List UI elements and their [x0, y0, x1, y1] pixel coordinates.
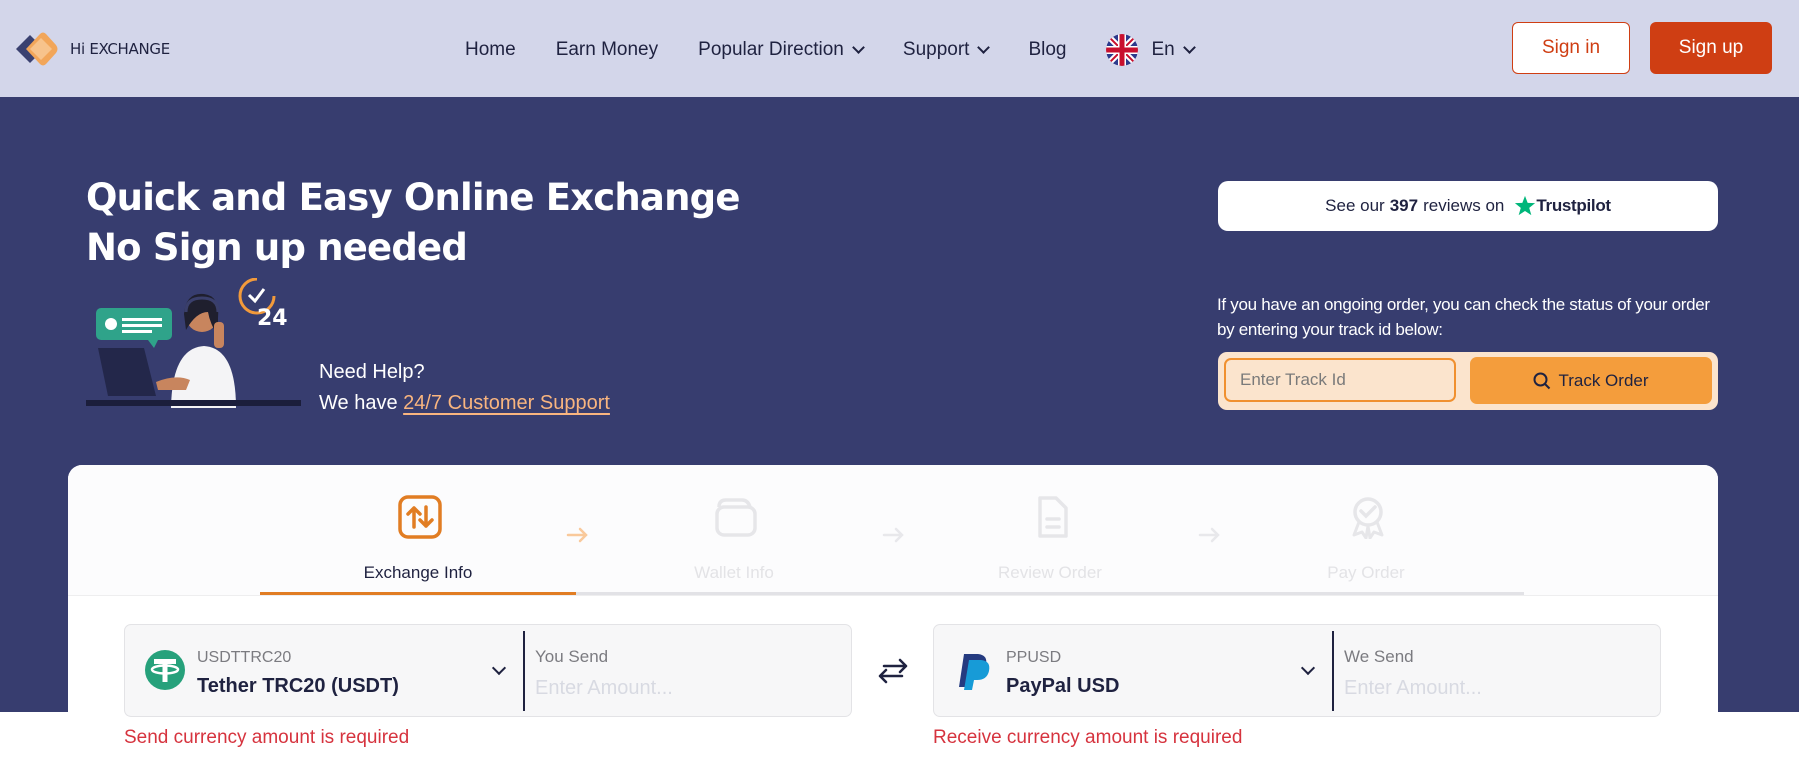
nav-popular-direction[interactable]: Popular Direction [698, 39, 865, 61]
receive-amount-input[interactable] [1344, 677, 1644, 700]
step-label: Wallet Info [694, 563, 774, 582]
stepper: Exchange Info Wallet Info Review Order P… [68, 465, 1718, 596]
step-label: Pay Order [1327, 563, 1405, 582]
chevron-down-icon [852, 41, 865, 54]
step-pay-order[interactable]: Pay Order [1208, 465, 1524, 596]
need-help-heading: Need Help? [319, 361, 425, 383]
trustpilot-logo: Trustpilot [1514, 195, 1611, 217]
site-header: Hi EXCHANGE Home Earn Money Popular Dire… [0, 0, 1799, 97]
track-info-text: If you have an ongoing order, you can ch… [1217, 295, 1710, 339]
step-wallet-info[interactable]: Wallet Info [576, 465, 892, 596]
uk-flag-icon [1106, 34, 1139, 66]
nav-blog-label: Blog [1028, 39, 1067, 60]
sign-up-button[interactable]: Sign up [1650, 22, 1772, 74]
receive-currency-code: PPUSD [1006, 649, 1062, 666]
hero-title-line1: Quick and Easy Online Exchange [86, 176, 740, 219]
send-amount-input[interactable] [535, 677, 835, 700]
field-divider [1332, 631, 1334, 711]
language-label: En [1151, 39, 1175, 60]
paypal-icon [959, 654, 990, 690]
logo-text: Hi EXCHANGE [70, 40, 170, 58]
language-selector[interactable]: En [1106, 34, 1196, 66]
trustpilot-prefix: See our [1325, 196, 1385, 215]
send-currency-dropdown-icon[interactable] [491, 660, 507, 676]
search-icon [1533, 372, 1551, 389]
chevron-down-icon [1182, 41, 1196, 54]
nav-popular-direction-label: Popular Direction [698, 39, 844, 60]
award-badge-icon [1352, 497, 1384, 539]
nav-earn-money[interactable]: Earn Money [556, 39, 658, 61]
review-count: 397 [1389, 196, 1419, 215]
step-label: Review Order [998, 563, 1102, 582]
nav-earn-money-label: Earn Money [555, 39, 659, 60]
customer-support-illustration: 24 [86, 278, 301, 408]
step-exchange-info[interactable]: Exchange Info [260, 465, 576, 596]
trustpilot-badge[interactable]: See our 397 reviews on Trustpilot [1218, 181, 1718, 231]
swap-vertical-icon [398, 495, 442, 539]
logo-icon [16, 32, 58, 66]
nav-support-label: Support [902, 39, 970, 60]
trustpilot-suffix: reviews on [1423, 196, 1505, 215]
track-order-label: Track Order [1558, 370, 1649, 390]
receive-currency-name: PayPal USD [1006, 675, 1120, 697]
star-icon [1515, 195, 1536, 216]
field-divider [523, 631, 525, 711]
badge-24-text: 24 [257, 306, 288, 331]
logo[interactable]: Hi EXCHANGE [12, 28, 170, 70]
wallet-icon [715, 498, 757, 537]
main-nav: Home Earn Money Popular Direction Suppor… [465, 34, 1196, 66]
swap-currencies-icon[interactable] [874, 655, 912, 687]
we-have-text: We have [319, 392, 398, 414]
track-order-button[interactable]: Track Order [1470, 357, 1712, 404]
track-order-box: Track Order [1218, 352, 1718, 410]
customer-support-link[interactable]: 24/7 Customer Support [403, 392, 610, 414]
exchange-card: Exchange Info Wallet Info Review Order P… [68, 465, 1718, 767]
need-help-text: Need Help? We have 24/7 Customer Support [319, 357, 610, 419]
hero-title-line2: No Sign up needed [86, 226, 468, 269]
step-review-order[interactable]: Review Order [892, 465, 1208, 596]
receive-amount-error: Receive currency amount is required [933, 727, 1243, 748]
you-send-label: You Send [535, 647, 609, 666]
support-line: We have 24/7 Customer Support [319, 388, 610, 419]
document-icon [1038, 496, 1068, 538]
track-id-input[interactable] [1224, 358, 1456, 402]
nav-home[interactable]: Home [465, 39, 516, 61]
sign-in-button[interactable]: Sign in [1512, 22, 1630, 74]
nav-home-label: Home [465, 39, 516, 60]
hero-title: Quick and Easy Online Exchange No Sign u… [86, 173, 740, 273]
we-send-label: We Send [1344, 647, 1414, 666]
send-currency-field: USDTTRC20 Tether TRC20 (USDT) You Send [124, 624, 852, 717]
step-label: Exchange Info [363, 563, 473, 582]
trustpilot-brand-text: Trustpilot [1536, 196, 1611, 215]
receive-currency-dropdown-icon[interactable] [1300, 660, 1316, 676]
send-amount-error: Send currency amount is required [124, 727, 410, 748]
receive-currency-field: PPUSD PayPal USD We Send [933, 624, 1661, 717]
send-currency-name: Tether TRC20 (USDT) [197, 675, 399, 697]
send-currency-code: USDTTRC20 [197, 649, 292, 666]
nav-blog[interactable]: Blog [1028, 39, 1066, 61]
tether-usdt-icon [145, 650, 185, 690]
chevron-down-icon [977, 41, 991, 54]
nav-support[interactable]: Support [902, 39, 991, 61]
